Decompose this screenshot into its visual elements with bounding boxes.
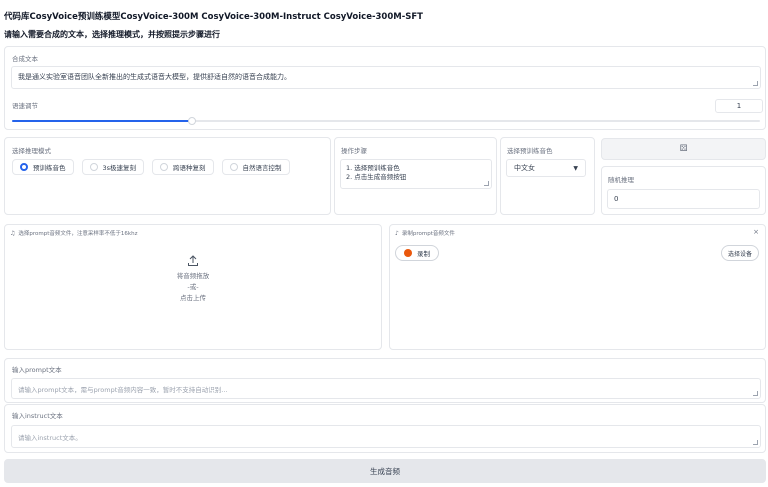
seed-panel: 随机推理 0: [601, 166, 766, 215]
speed-slider-track[interactable]: [12, 117, 760, 125]
steps-line-1: 1. 选择预训练音色: [346, 164, 400, 172]
radio-icon: [160, 163, 169, 171]
page-title: 代码库CosyVoice预训练模型CosyVoice-300M CosyVoic…: [4, 12, 423, 22]
record-dot-icon: [404, 249, 412, 257]
radio-icon: [89, 163, 98, 171]
mode-option-cross-lingual[interactable]: 跨语种复刻: [152, 159, 214, 175]
record-button-label: 录制: [417, 250, 430, 258]
select-device-button[interactable]: 选择设备: [720, 245, 759, 261]
mode-option-label: 跨语种复刻: [173, 164, 206, 172]
resize-handle-icon[interactable]: [753, 81, 758, 86]
speaker-select[interactable]: 中文女 ▼: [506, 159, 586, 177]
upload-drop-text: 将音频拖放: [176, 272, 210, 280]
speed-slider-fill: [12, 120, 192, 122]
prompt-record-label: 录制prompt音频文件: [401, 231, 455, 237]
resize-handle-icon[interactable]: [484, 181, 489, 186]
prompt-record-panel: ♪ 录制prompt音频文件 × 录制 选择设备: [389, 224, 766, 350]
steps-line-2: 2. 点击生成音频按钮: [346, 173, 407, 181]
prompt-text-input[interactable]: 请输入prompt文本，需与prompt音频内容一致，暂时不支持自动识别...: [11, 378, 761, 399]
steps-label: 操作步骤: [341, 147, 367, 155]
music-icon: ♫: [10, 229, 16, 237]
random-seed-button[interactable]: ⚄: [601, 138, 766, 160]
prompt-record-tag: ♪ 录制prompt音频文件: [395, 229, 455, 238]
synth-panel: 合成文本 我是通义实验室语音团队全新推出的生成式语音大模型，提供舒适自然的语音合…: [4, 46, 766, 130]
speed-value: 1: [736, 102, 742, 110]
speed-label: 语速调节: [12, 102, 38, 110]
prompt-upload-label: 选择prompt音频文件，注意采样率不低于16khz: [18, 231, 138, 237]
mode-option-pretrained[interactable]: 预训练音色: [12, 159, 74, 175]
speed-slider-thumb[interactable]: [187, 117, 196, 125]
instruct-text-panel: 输入instruct文本 请输入instruct文本。: [4, 404, 766, 453]
resize-handle-icon[interactable]: [753, 440, 758, 445]
dice-icon: ⚄: [679, 144, 688, 154]
close-icon[interactable]: ×: [753, 228, 759, 236]
chevron-down-icon: ▼: [573, 164, 578, 172]
upload-or-text: -或-: [187, 283, 199, 291]
mode-option-3s-clone[interactable]: 3s极速复刻: [81, 159, 145, 175]
steps-panel: 操作步骤 1. 选择预训练音色 2. 点击生成音频按钮: [334, 137, 497, 215]
prompt-upload-panel[interactable]: ♫ 选择prompt音频文件，注意采样率不低于16khz 将音频拖放 -或- 点…: [4, 224, 382, 350]
seed-value: 0: [614, 195, 619, 203]
prompt-text-label: 输入prompt文本: [12, 366, 62, 374]
record-button[interactable]: 录制: [395, 245, 439, 261]
seed-label: 随机推理: [608, 176, 634, 184]
speaker-panel: 选择预训练音色 中文女 ▼: [500, 137, 595, 215]
resize-handle-icon[interactable]: [753, 391, 758, 396]
synth-text-value: 我是通义实验室语音团队全新推出的生成式语音大模型，提供舒适自然的语音合成能力。: [18, 73, 291, 81]
synth-text-label: 合成文本: [12, 55, 38, 63]
mode-option-label: 预训练音色: [33, 164, 66, 172]
instruct-text-label: 输入instruct文本: [12, 412, 63, 420]
mode-option-label: 自然语言控制: [242, 164, 282, 172]
seed-input[interactable]: 0: [607, 189, 760, 209]
upload-dropzone[interactable]: 将音频拖放 -或- 点击上传: [5, 251, 381, 321]
radio-icon: [229, 163, 238, 171]
prompt-text-placeholder: 请输入prompt文本，需与prompt音频内容一致，暂时不支持自动识别...: [18, 386, 228, 394]
microphone-icon: ♪: [395, 229, 399, 237]
instruct-text-placeholder: 请输入instruct文本。: [18, 434, 82, 442]
speaker-label: 选择预训练音色: [507, 147, 553, 155]
radio-selected-icon: [20, 163, 28, 171]
prompt-text-panel: 输入prompt文本 请输入prompt文本，需与prompt音频内容一致，暂时…: [4, 358, 766, 403]
mode-label: 选择推理模式: [12, 147, 51, 155]
speaker-selected-value: 中文女: [514, 164, 535, 172]
synth-text-input[interactable]: 我是通义实验室语音团队全新推出的生成式语音大模型，提供舒适自然的语音合成能力。: [11, 66, 761, 89]
steps-textarea[interactable]: 1. 选择预训练音色 2. 点击生成音频按钮: [340, 159, 492, 189]
speed-number-input[interactable]: 1: [715, 99, 763, 113]
mode-radio-group: 预训练音色 3s极速复刻 跨语种复刻 自然语言控制: [12, 159, 290, 175]
generate-audio-label: 生成音频: [370, 466, 400, 476]
generate-audio-button[interactable]: 生成音频: [4, 459, 766, 483]
mode-option-instruct[interactable]: 自然语言控制: [221, 159, 290, 175]
mode-option-label: 3s极速复刻: [102, 164, 137, 172]
mode-panel: 选择推理模式 预训练音色 3s极速复刻 跨语种复刻 自然语言控制: [4, 137, 331, 215]
prompt-upload-tag: ♫ 选择prompt音频文件，注意采样率不低于16khz: [10, 229, 138, 238]
page-subtitle: 请输入需要合成的文本，选择推理模式，并按照提示步骤进行: [4, 30, 220, 39]
instruct-text-input[interactable]: 请输入instruct文本。: [11, 425, 761, 448]
select-device-label: 选择设备: [727, 250, 752, 258]
upload-click-text: 点击上传: [180, 294, 206, 302]
upload-icon: [188, 255, 198, 266]
